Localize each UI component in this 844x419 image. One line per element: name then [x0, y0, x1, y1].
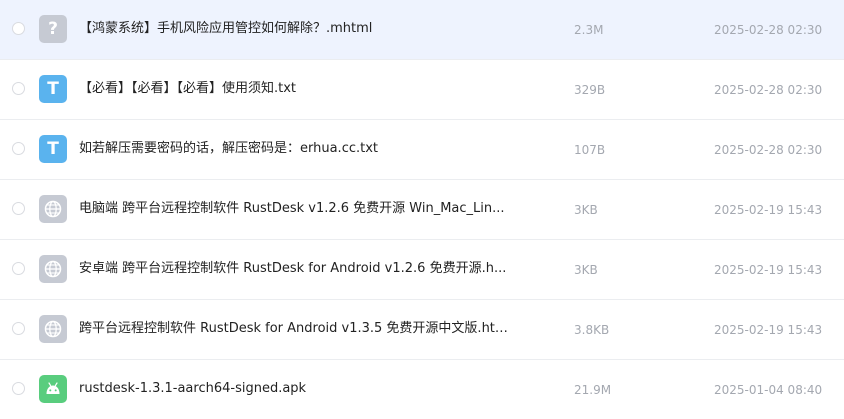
file-name[interactable]: 【必看】【必看】【必看】使用须知.txt	[79, 80, 509, 98]
select-radio[interactable]	[12, 322, 25, 335]
file-row[interactable]: ? 【鸿蒙系统】手机风险应用管控如何解除？.mhtml 2.3M 2025-02…	[0, 0, 844, 60]
select-radio[interactable]	[12, 82, 25, 95]
select-radio[interactable]	[12, 142, 25, 155]
file-date: 2025-02-28 02:30	[714, 83, 823, 97]
file-date: 2025-02-19 15:43	[714, 323, 823, 337]
text-file-icon: T	[39, 75, 67, 103]
file-row[interactable]: 电脑端 跨平台远程控制软件 RustDesk v1.2.6 免费开源 Win_M…	[0, 180, 844, 240]
file-date: 2025-01-04 08:40	[714, 383, 823, 397]
file-row[interactable]: 安卓端 跨平台远程控制软件 RustDesk for Android v1.2.…	[0, 240, 844, 300]
select-radio[interactable]	[12, 202, 25, 215]
file-size: 3KB	[574, 263, 598, 277]
file-date: 2025-02-28 02:30	[714, 23, 823, 37]
select-radio[interactable]	[12, 22, 25, 35]
select-radio[interactable]	[12, 262, 25, 275]
file-size: 21.9M	[574, 383, 612, 397]
file-name[interactable]: 【鸿蒙系统】手机风险应用管控如何解除？.mhtml	[79, 20, 509, 38]
web-file-icon	[39, 315, 67, 343]
file-row[interactable]: T 如若解压需要密码的话，解压密码是：erhua.cc.txt 107B 202…	[0, 120, 844, 180]
unknown-file-icon: ?	[39, 15, 67, 43]
file-row[interactable]: 跨平台远程控制软件 RustDesk for Android v1.3.5 免费…	[0, 300, 844, 360]
web-file-icon	[39, 255, 67, 283]
file-size: 2.3M	[574, 23, 604, 37]
file-date: 2025-02-19 15:43	[714, 203, 823, 217]
web-file-icon	[39, 195, 67, 223]
globe-icon	[44, 200, 62, 218]
file-name[interactable]: 跨平台远程控制软件 RustDesk for Android v1.3.5 免费…	[79, 320, 509, 338]
file-date: 2025-02-28 02:30	[714, 143, 823, 157]
file-row[interactable]: T 【必看】【必看】【必看】使用须知.txt 329B 2025-02-28 0…	[0, 60, 844, 120]
globe-icon	[44, 320, 62, 338]
file-row[interactable]: rustdesk-1.3.1-aarch64-signed.apk 21.9M …	[0, 360, 844, 419]
file-date: 2025-02-19 15:43	[714, 263, 823, 277]
file-size: 107B	[574, 143, 606, 157]
globe-icon	[44, 260, 62, 278]
select-radio[interactable]	[12, 382, 25, 395]
file-name[interactable]: rustdesk-1.3.1-aarch64-signed.apk	[79, 380, 509, 398]
file-name[interactable]: 电脑端 跨平台远程控制软件 RustDesk v1.2.6 免费开源 Win_M…	[79, 200, 509, 218]
file-size: 3.8KB	[574, 323, 610, 337]
android-icon	[46, 382, 60, 394]
file-list: ? 【鸿蒙系统】手机风险应用管控如何解除？.mhtml 2.3M 2025-02…	[0, 0, 844, 419]
file-name[interactable]: 如若解压需要密码的话，解压密码是：erhua.cc.txt	[79, 140, 509, 158]
file-size: 329B	[574, 83, 606, 97]
file-size: 3KB	[574, 203, 598, 217]
android-apk-icon	[39, 375, 67, 403]
file-name[interactable]: 安卓端 跨平台远程控制软件 RustDesk for Android v1.2.…	[79, 260, 509, 278]
text-file-icon: T	[39, 135, 67, 163]
